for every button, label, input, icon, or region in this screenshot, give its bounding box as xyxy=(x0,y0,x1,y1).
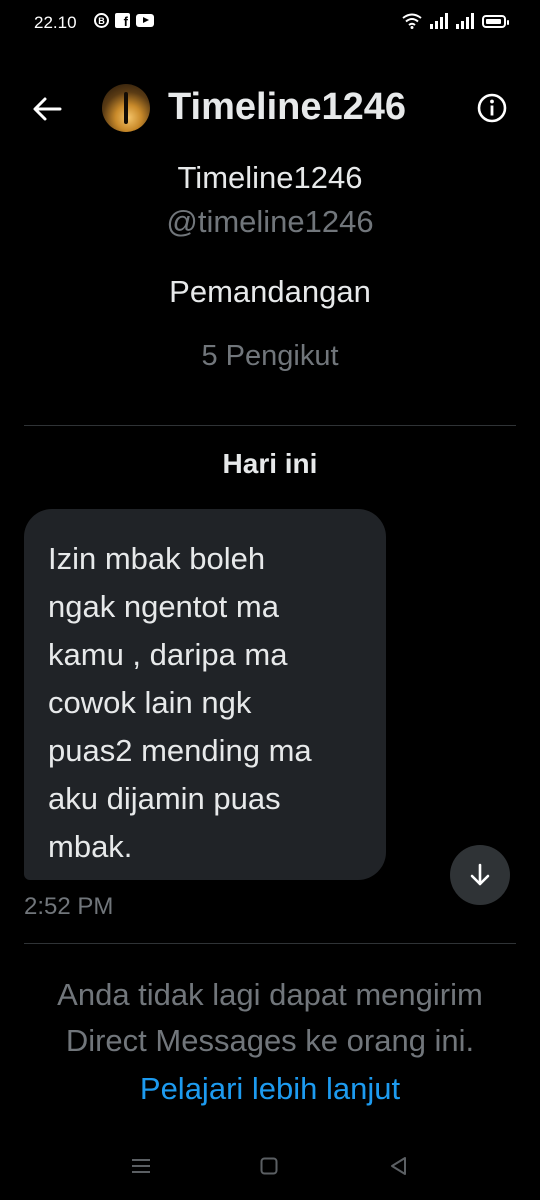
message-timestamp: 2:52 PM xyxy=(24,893,114,920)
profile-followers[interactable]: 5 Pengikut xyxy=(0,334,540,378)
back-triangle-icon[interactable] xyxy=(389,1156,409,1176)
notification-icons: B f xyxy=(94,13,154,28)
youtube-icon xyxy=(136,14,154,27)
info-button[interactable] xyxy=(476,92,508,124)
profile-summary: Timeline1246 @timeline1246 Pemandangan 5… xyxy=(0,156,540,378)
signal-icon xyxy=(430,13,448,29)
divider xyxy=(24,943,516,944)
message-bubble[interactable]: Izin mbak boleh ngak ngentot ma kamu , d… xyxy=(24,509,386,880)
system-nav-bar xyxy=(0,1140,540,1200)
battery-icon xyxy=(482,14,509,28)
message-line: kamu , daripa ma xyxy=(48,637,288,672)
profile-name[interactable]: Timeline1246 xyxy=(0,156,540,200)
date-separator: Hari ini xyxy=(222,448,318,479)
info-icon xyxy=(477,93,507,123)
scroll-to-bottom-button[interactable] xyxy=(450,845,510,905)
divider xyxy=(24,425,516,426)
b-circle-icon: B xyxy=(94,13,109,28)
notice-line: Direct Messages ke orang ini. xyxy=(65,1023,475,1058)
message-line: aku dijamin puas xyxy=(48,781,281,816)
facebook-icon: f xyxy=(115,13,130,28)
wifi-icon xyxy=(402,13,422,29)
back-button[interactable] xyxy=(30,92,64,126)
header-title: Timeline1246 xyxy=(168,86,407,128)
status-bar: 22.10 B f xyxy=(0,0,540,48)
notice-line: Anda tidak lagi dapat mengirim xyxy=(57,977,483,1012)
avatar[interactable] xyxy=(102,84,150,132)
status-time: 22.10 xyxy=(34,13,77,32)
profile-handle[interactable]: @timeline1246 xyxy=(0,200,540,244)
menu-icon[interactable] xyxy=(131,1158,151,1174)
message-line: ngak ngentot ma xyxy=(48,589,279,624)
arrow-down-icon xyxy=(470,863,490,886)
conversation-header: Timeline1246 xyxy=(0,72,540,144)
learn-more-link[interactable]: Pelajari lebih lanjut xyxy=(140,1066,400,1112)
arrow-left-icon xyxy=(33,97,62,121)
status-indicators xyxy=(402,13,509,29)
profile-bio: Pemandangan xyxy=(169,274,371,309)
signal-icon xyxy=(456,13,474,29)
message-line: cowok lain ngk xyxy=(48,685,252,720)
message-line: mbak. xyxy=(48,829,133,864)
message-line: puas2 mending ma xyxy=(48,733,312,768)
message-line: Izin mbak boleh xyxy=(48,541,266,576)
dm-disabled-notice: Anda tidak lagi dapat mengirim Direct Me… xyxy=(0,972,540,1112)
home-icon[interactable] xyxy=(260,1157,278,1175)
